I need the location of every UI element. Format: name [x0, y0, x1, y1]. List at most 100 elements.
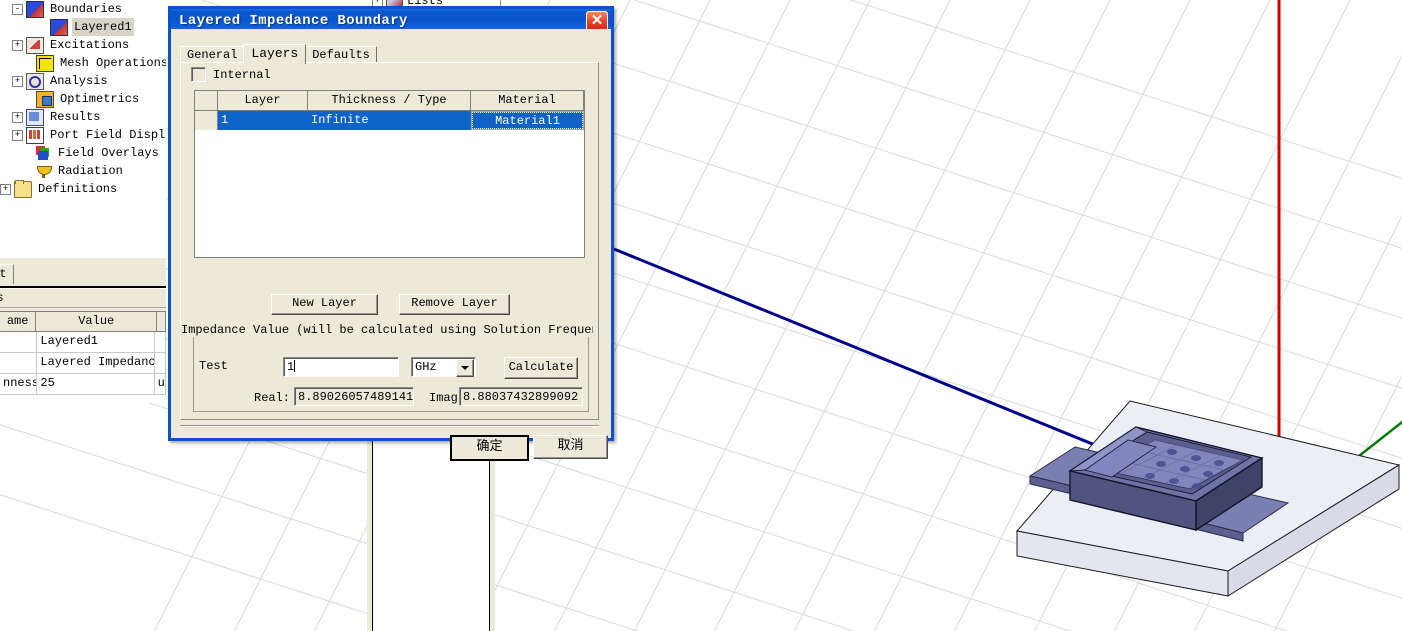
properties-tabstrip: ect — [0, 258, 166, 288]
dialog-tabs[interactable]: General Layers Defaults — [180, 44, 377, 64]
internal-checkbox-row[interactable]: Internal — [191, 67, 271, 82]
tab-layers[interactable]: Layers — [243, 44, 307, 64]
expander-icon[interactable]: + — [12, 39, 23, 51]
dialog-body: General Layers Defaults Internal Layer T… — [171, 29, 611, 461]
sidebar-item-label: Field Overlays — [58, 146, 159, 160]
column-header-unit — [157, 312, 166, 331]
boundaries-icon — [26, 0, 44, 18]
property-name-cell — [0, 332, 38, 352]
tab-defaults[interactable]: Defaults — [305, 46, 377, 63]
analysis-icon — [26, 72, 44, 90]
property-unit-cell — [155, 353, 166, 373]
internal-checkbox[interactable] — [191, 67, 206, 82]
imag-value-output: 8.88037432899092 — [459, 387, 583, 406]
properties-grid[interactable]: ame Value Layered1 Layered Impedance nness… — [0, 311, 166, 403]
table-row[interactable]: Layered1 — [0, 332, 166, 353]
sidebar-item-analysis[interactable]: + Analysis — [0, 72, 166, 90]
sidebar-item-boundaries[interactable]: - Boundaries — [0, 0, 166, 18]
cancel-button[interactable]: 取消 — [533, 435, 608, 459]
divider — [180, 425, 599, 427]
optimetrics-icon — [36, 90, 54, 108]
expander-icon[interactable]: + — [12, 129, 23, 141]
chevron-down-icon[interactable] — [456, 359, 474, 377]
layered-impedance-boundary-dialog[interactable]: Layered Impedance Boundary ✕ General Lay… — [168, 6, 614, 461]
tab-project[interactable]: ect — [0, 264, 14, 284]
column-header-value: Value — [36, 312, 158, 331]
cell-layer[interactable]: 1 — [218, 111, 308, 130]
properties-section-header: ies — [0, 288, 166, 308]
boundary-layered-icon — [50, 18, 68, 36]
folder-icon — [14, 179, 32, 198]
test-label: Test — [199, 359, 228, 373]
expander-icon[interactable]: + — [12, 111, 23, 123]
property-unit-cell: u — [155, 374, 166, 394]
ok-button[interactable]: 确定 — [450, 435, 529, 461]
sidebar-item-optimetrics[interactable]: Optimetrics — [0, 90, 166, 108]
sidebar-item-radiation[interactable]: Radiation — [0, 162, 166, 180]
property-value-cell[interactable]: Layered1 — [37, 332, 155, 352]
column-header-index — [195, 91, 218, 110]
cell-material[interactable]: Material1 — [471, 111, 584, 130]
radiation-icon — [36, 164, 52, 179]
calculate-button[interactable]: Calculate — [504, 357, 578, 379]
tab-general[interactable]: General — [180, 46, 245, 63]
property-value-cell[interactable]: 25 — [37, 374, 155, 394]
test-input[interactable]: 1 — [283, 357, 399, 377]
expander-icon[interactable]: - — [12, 3, 23, 15]
sidebar-item-results[interactable]: + Results — [0, 108, 166, 126]
properties-grid-header: ame Value — [0, 312, 166, 332]
expander-icon[interactable]: + — [0, 183, 11, 195]
sidebar-item-label: Results — [50, 110, 101, 124]
excitations-icon — [26, 36, 44, 54]
results-icon — [26, 108, 44, 126]
cell-thickness[interactable]: Infinite — [308, 111, 471, 130]
sidebar-item-layered1[interactable]: Layered1 — [0, 18, 166, 36]
sidebar-item-label: Port Field Display — [50, 128, 166, 142]
background-panel — [367, 437, 495, 631]
sidebar-item-excitations[interactable]: + Excitations — [0, 36, 166, 54]
column-header-material: Material — [471, 91, 584, 110]
port-field-display-icon — [26, 126, 44, 144]
sidebar-item-label: Radiation — [58, 164, 123, 178]
sidebar-item-label: Analysis — [50, 74, 108, 88]
property-unit-cell — [155, 332, 166, 352]
table-row[interactable]: 1 Infinite Material1 — [195, 111, 584, 130]
new-layer-button[interactable]: New Layer — [271, 294, 378, 315]
properties-panel[interactable]: ect ies ame Value Layered1Layered Impeda… — [0, 258, 166, 403]
mesh-operations-icon — [36, 54, 54, 72]
sidebar-item-label: Mesh Operations — [60, 56, 166, 70]
dialog-title: Layered Impedance Boundary — [179, 12, 408, 29]
real-value-output: 8.89026057489141 — [294, 387, 414, 406]
sidebar-item-label: Optimetrics — [60, 92, 140, 106]
table-row[interactable]: Layered Impedance — [0, 353, 166, 374]
field-overlays-icon — [36, 145, 52, 161]
frequency-unit-select[interactable]: GHz — [411, 357, 476, 377]
sidebar-item-label: Excitations — [50, 38, 130, 52]
sidebar-item-mesh-operations[interactable]: Mesh Operations — [0, 54, 166, 72]
column-header-name: ame — [0, 312, 37, 331]
sidebar-item-port-field-display[interactable]: + Port Field Display — [0, 126, 166, 144]
layer-table[interactable]: Layer Thickness / Type Material 1 Infini… — [194, 90, 585, 258]
internal-label: Internal — [213, 67, 271, 82]
column-header-layer: Layer — [218, 91, 308, 110]
sidebar-item-field-overlays[interactable]: Field Overlays — [0, 144, 166, 162]
row-index-cell — [195, 111, 218, 130]
column-header-thickness: Thickness / Type — [308, 91, 471, 110]
sidebar-item-definitions[interactable]: + Definitions — [0, 179, 166, 198]
project-tree-panel[interactable]: - Boundaries Layered1 + Excitations Mesh Oper… — [0, 0, 166, 258]
real-label: Real: — [254, 391, 291, 405]
property-name-cell: nness — [0, 374, 38, 394]
expander-icon[interactable]: + — [12, 75, 23, 87]
hfss-model-geometry — [1016, 400, 1401, 597]
layer-table-header: Layer Thickness / Type Material — [195, 91, 584, 111]
table-row[interactable]: nness 25 u — [0, 374, 166, 395]
sidebar-item-label: Boundaries — [50, 2, 123, 16]
impedance-group-label: Impedance Value (will be calculated usin… — [179, 324, 593, 337]
sidebar-item-label: Definitions — [38, 182, 118, 196]
property-value-cell[interactable]: Layered Impedance — [37, 353, 155, 373]
remove-layer-button[interactable]: Remove Layer — [399, 294, 510, 315]
